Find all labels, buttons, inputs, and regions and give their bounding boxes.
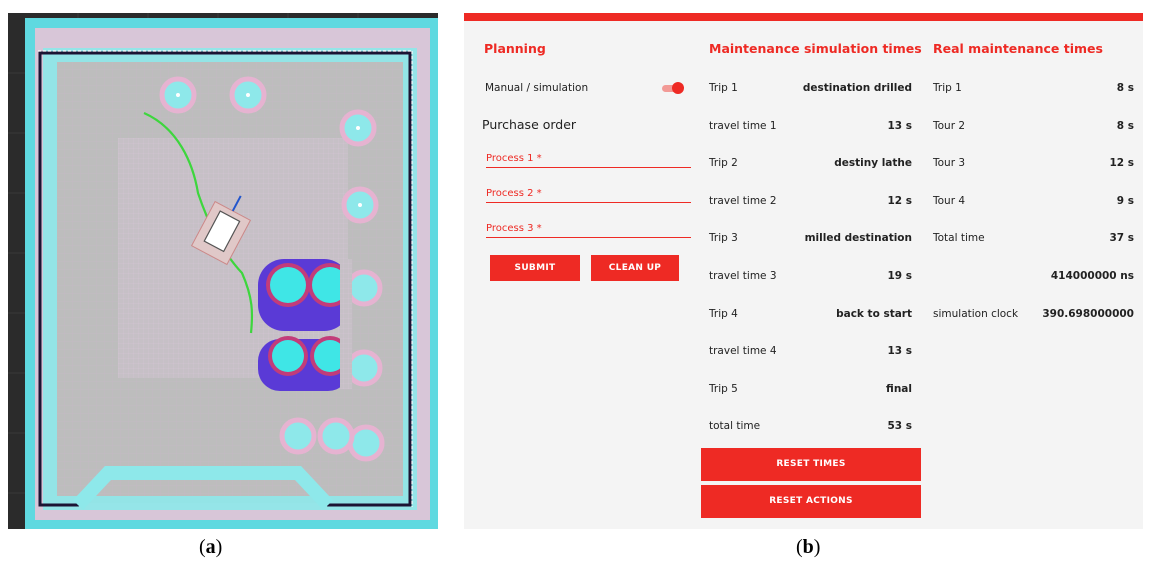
simulation-row-label: Trip 3 xyxy=(709,232,738,245)
real-row-value: 9 s xyxy=(1116,194,1134,207)
simulation-row-value: 53 s xyxy=(887,420,912,433)
simulation-row-value: 13 s xyxy=(887,345,912,358)
real-row-label: Trip 1 xyxy=(933,82,962,94)
real-row-label: Tour 3 xyxy=(933,157,966,170)
clean-up-button[interactable]: CLEAN UP xyxy=(591,255,679,281)
maintenance-app: Planning Manual / simulation Purchase or… xyxy=(464,13,1143,529)
simulation-row-label: total time xyxy=(709,420,761,433)
simulation-row-value: 12 s xyxy=(887,194,912,207)
process-3-field[interactable]: Process 3 * xyxy=(486,217,691,238)
real-row-label: Tour 2 xyxy=(933,119,966,132)
real-row-value: 390.698000000 xyxy=(1042,307,1134,320)
simulation-row-value: destiny lathe xyxy=(834,157,912,170)
simulation-title: Maintenance simulation times xyxy=(709,41,922,56)
planning-title: Planning xyxy=(484,41,546,56)
manual-simulation-toggle[interactable] xyxy=(662,82,684,94)
real-row-value: 37 s xyxy=(1109,232,1134,245)
real-title: Real maintenance times xyxy=(933,41,1103,56)
mode-toggle-label: Manual / simulation xyxy=(485,82,589,94)
real-row-value: 8 s xyxy=(1116,119,1134,132)
simulation-row-value: destination drilled xyxy=(802,82,912,94)
simulation-row-label: Trip 1 xyxy=(709,82,738,94)
costmap-graphic xyxy=(8,13,438,529)
simulation-row-label: travel time 2 xyxy=(709,194,777,207)
submit-button[interactable]: SUBMIT xyxy=(490,255,580,281)
reset-times-button[interactable]: RESET TIMES xyxy=(701,448,921,481)
real-row-label: Total time xyxy=(933,232,985,245)
caption-a: (a) xyxy=(199,536,223,558)
costmap-view xyxy=(8,13,438,529)
process-2-placeholder: Process 2 * xyxy=(486,188,542,199)
reset-actions-button[interactable]: RESET ACTIONS xyxy=(701,485,921,518)
caption-b: (b) xyxy=(796,536,821,558)
simulation-row-label: Trip 2 xyxy=(709,157,738,170)
process-2-field[interactable]: Process 2 * xyxy=(486,182,691,203)
process-1-field[interactable]: Process 1 * xyxy=(486,147,691,168)
simulation-row-value: back to start xyxy=(836,307,912,320)
process-3-placeholder: Process 3 * xyxy=(486,223,542,234)
simulation-row-value: final xyxy=(886,382,912,395)
real-row-value: 414000000 ns xyxy=(1050,270,1134,282)
simulation-row-label: Trip 4 xyxy=(709,307,738,320)
simulation-row-value: 13 s xyxy=(887,119,912,132)
real-row-value: 8 s xyxy=(1116,82,1134,94)
process-1-placeholder: Process 1 * xyxy=(486,153,542,164)
real-row-label: simulation clock xyxy=(933,307,1019,320)
simulation-row-label: travel time 4 xyxy=(709,345,777,358)
simulation-row-value: 19 s xyxy=(887,270,912,282)
real-row-label: Tour 4 xyxy=(933,194,966,207)
simulation-row-label: travel time 3 xyxy=(709,270,777,282)
real-row-value: 12 s xyxy=(1109,157,1134,170)
simulation-row-value: milled destination xyxy=(804,232,912,245)
purchase-order-label: Purchase order xyxy=(482,117,577,132)
simulation-row-label: travel time 1 xyxy=(709,119,777,132)
simulation-row-label: Trip 5 xyxy=(709,382,738,395)
